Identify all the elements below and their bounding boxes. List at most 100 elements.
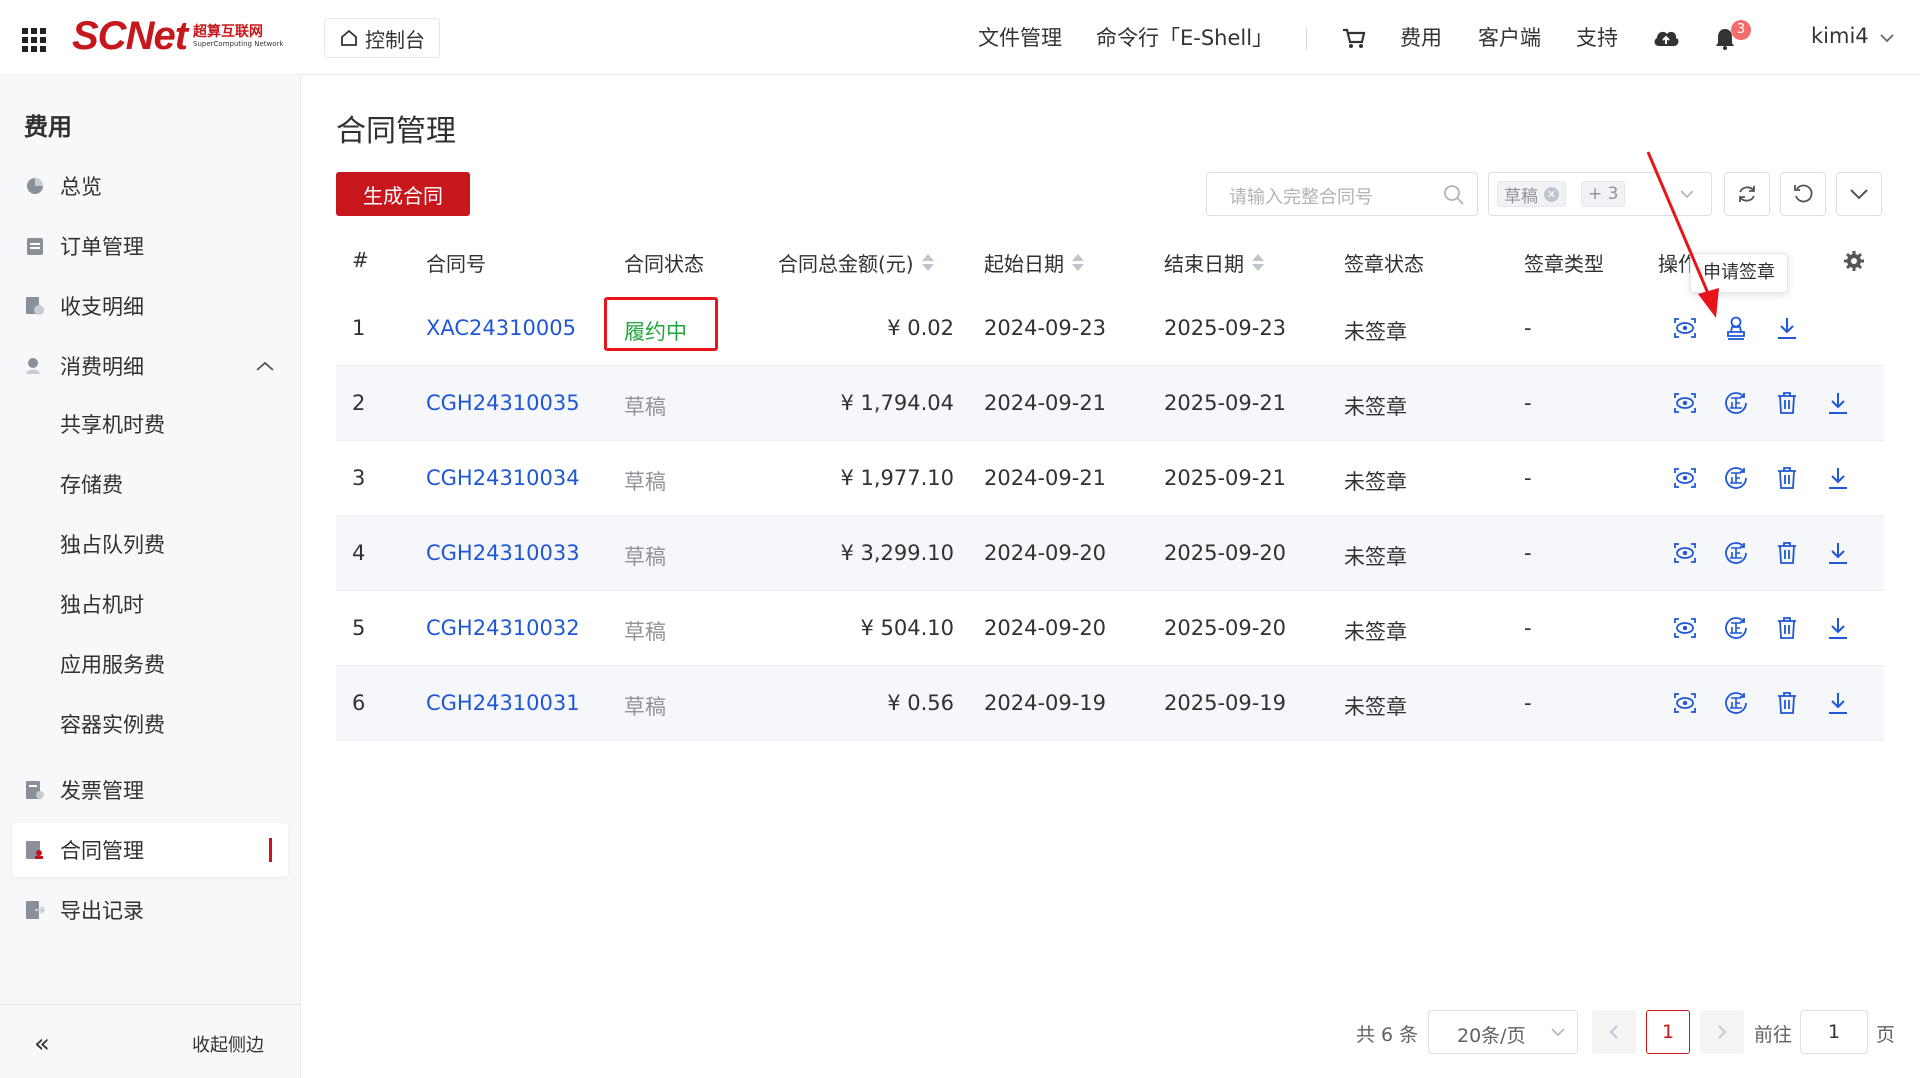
formalize-button[interactable] bbox=[1721, 613, 1751, 643]
sidebar-item-overview[interactable]: 总览 bbox=[12, 159, 288, 213]
sidebar-item-export[interactable]: 导出记录 bbox=[12, 883, 288, 937]
sidebar-item-container[interactable]: 容器实例费 bbox=[12, 697, 288, 751]
chevron-up-icon bbox=[256, 361, 274, 371]
view-icon bbox=[1674, 618, 1696, 638]
search-icon[interactable] bbox=[1443, 184, 1465, 206]
logo[interactable]: SCNet 超算互联网 SuperComputing Network bbox=[72, 14, 283, 58]
contract-number-link[interactable]: CGH24310033 bbox=[426, 541, 580, 565]
col-contract-status: 合同状态 bbox=[624, 252, 704, 276]
contract-number-link[interactable]: XAC24310005 bbox=[426, 316, 576, 340]
col-amount-label: 合同总金额(元) bbox=[778, 252, 914, 276]
nav-billing[interactable]: 费用 bbox=[1400, 22, 1442, 52]
sidebar-item-storage[interactable]: 存储费 bbox=[12, 457, 288, 511]
generate-contract-button[interactable]: 生成合同 bbox=[336, 172, 470, 216]
sort-icon[interactable] bbox=[921, 254, 934, 271]
nav-support[interactable]: 支持 bbox=[1576, 22, 1618, 52]
delete-button[interactable] bbox=[1772, 388, 1802, 418]
gear-icon[interactable] bbox=[1842, 249, 1866, 273]
goto-page-input[interactable]: 1 bbox=[1800, 1010, 1868, 1054]
sign-type: - bbox=[1524, 541, 1532, 565]
refresh-button[interactable] bbox=[1724, 172, 1770, 216]
sidebar-item-label: 存储费 bbox=[60, 473, 123, 497]
console-button[interactable]: 控制台 bbox=[324, 18, 440, 58]
col-end-date[interactable]: 结束日期 bbox=[1164, 248, 1264, 277]
close-icon[interactable]: ✕ bbox=[1544, 186, 1559, 202]
contract-search-input[interactable]: 请输入完整合同号 bbox=[1206, 172, 1478, 216]
download-button[interactable] bbox=[1823, 538, 1853, 568]
nav-divider bbox=[1306, 28, 1307, 50]
contract-amount: ¥ 3,299.10 bbox=[840, 541, 954, 565]
download-button[interactable] bbox=[1772, 313, 1802, 343]
sidebar-item-shared-hours[interactable]: 共享机时费 bbox=[12, 397, 288, 451]
col-amount[interactable]: 合同总金额(元) bbox=[778, 248, 934, 277]
download-button[interactable] bbox=[1823, 613, 1853, 643]
contract-number-link[interactable]: CGH24310032 bbox=[426, 616, 580, 640]
download-button[interactable] bbox=[1823, 388, 1853, 418]
sidebar-item-contract[interactable]: 合同管理 bbox=[12, 823, 288, 877]
view-button[interactable] bbox=[1670, 538, 1700, 568]
end-date: 2025-09-21 bbox=[1164, 391, 1287, 415]
formal-contract-icon bbox=[1725, 542, 1747, 564]
contract-amount: ¥ 1,794.04 bbox=[840, 391, 954, 415]
contract-amount: ¥ 504.10 bbox=[860, 616, 954, 640]
page-size-select[interactable]: 20条/页 bbox=[1428, 1010, 1578, 1054]
view-button[interactable] bbox=[1670, 613, 1700, 643]
contract-number-link[interactable]: CGH24310031 bbox=[426, 691, 580, 715]
sidebar-item-orders[interactable]: 订单管理 bbox=[12, 219, 288, 273]
formalize-button[interactable] bbox=[1721, 688, 1751, 718]
row-index: 5 bbox=[352, 616, 366, 640]
delete-button[interactable] bbox=[1772, 463, 1802, 493]
sidebar-item-app-service[interactable]: 应用服务费 bbox=[12, 637, 288, 691]
col-start-date[interactable]: 起始日期 bbox=[984, 248, 1084, 277]
sidebar-item-exclusive-hours[interactable]: 独占机时 bbox=[12, 577, 288, 631]
sidebar-item-label: 合同管理 bbox=[60, 839, 144, 863]
delete-button[interactable] bbox=[1772, 688, 1802, 718]
start-date: 2024-09-20 bbox=[984, 541, 1107, 565]
nav-client[interactable]: 客户端 bbox=[1478, 22, 1541, 52]
sidebar-item-consumption[interactable]: 消费明细 bbox=[12, 339, 288, 393]
contract-number-link[interactable]: CGH24310034 bbox=[426, 466, 580, 490]
nav-eshell[interactable]: 命令行「E-Shell」 bbox=[1096, 22, 1273, 52]
prev-page-button[interactable] bbox=[1592, 1010, 1636, 1054]
delete-button[interactable] bbox=[1772, 613, 1802, 643]
col-contract-no: 合同号 bbox=[426, 252, 486, 276]
goto-label: 前往 bbox=[1754, 1024, 1793, 1046]
user-menu[interactable]: kimi4 bbox=[1811, 24, 1869, 48]
view-button[interactable] bbox=[1670, 463, 1700, 493]
reset-button[interactable] bbox=[1780, 172, 1826, 216]
nav-file-management[interactable]: 文件管理 bbox=[978, 22, 1062, 52]
sidebar-item-invoice[interactable]: 发票管理 bbox=[12, 763, 288, 817]
filter-tag-label: 草稿 bbox=[1504, 186, 1538, 207]
logo-cn: 超算互联网 bbox=[193, 23, 264, 40]
apps-grid-icon[interactable] bbox=[22, 28, 46, 52]
formalize-button[interactable] bbox=[1721, 463, 1751, 493]
page-number-current[interactable]: 1 bbox=[1646, 1010, 1690, 1054]
expand-filter-button[interactable] bbox=[1836, 172, 1882, 216]
cloud-upload-icon[interactable] bbox=[1652, 26, 1680, 50]
search-placeholder: 请输入完整合同号 bbox=[1229, 187, 1373, 208]
double-chevron-left-icon[interactable]: « bbox=[34, 1029, 50, 1059]
chevron-down-icon[interactable] bbox=[1880, 33, 1894, 43]
cart-icon[interactable] bbox=[1342, 28, 1366, 50]
next-page-button[interactable] bbox=[1700, 1010, 1744, 1054]
sidebar-item-label: 收支明细 bbox=[60, 295, 144, 319]
delete-button[interactable] bbox=[1772, 538, 1802, 568]
sidebar-item-income-expense[interactable]: 收支明细 bbox=[12, 279, 288, 333]
download-button[interactable] bbox=[1823, 688, 1853, 718]
view-button[interactable] bbox=[1670, 688, 1700, 718]
sidebar-item-label: 共享机时费 bbox=[60, 413, 165, 437]
page-suffix: 页 bbox=[1876, 1024, 1896, 1046]
contract-number-link[interactable]: CGH24310035 bbox=[426, 391, 580, 415]
sidebar-item-exclusive-queue[interactable]: 独占队列费 bbox=[12, 517, 288, 571]
end-date: 2025-09-20 bbox=[1164, 541, 1287, 565]
logo-text: SCNet bbox=[72, 13, 188, 58]
sort-icon[interactable] bbox=[1252, 254, 1264, 271]
collapse-label[interactable]: 收起侧边 bbox=[192, 1031, 264, 1057]
sort-icon[interactable] bbox=[1072, 254, 1084, 271]
sidebar-collapse[interactable]: « 收起侧边 bbox=[0, 1004, 301, 1078]
formalize-button[interactable] bbox=[1721, 538, 1751, 568]
download-button[interactable] bbox=[1823, 463, 1853, 493]
formalize-button[interactable] bbox=[1721, 388, 1751, 418]
sign-status: 未签章 bbox=[1344, 470, 1407, 494]
view-button[interactable] bbox=[1670, 388, 1700, 418]
